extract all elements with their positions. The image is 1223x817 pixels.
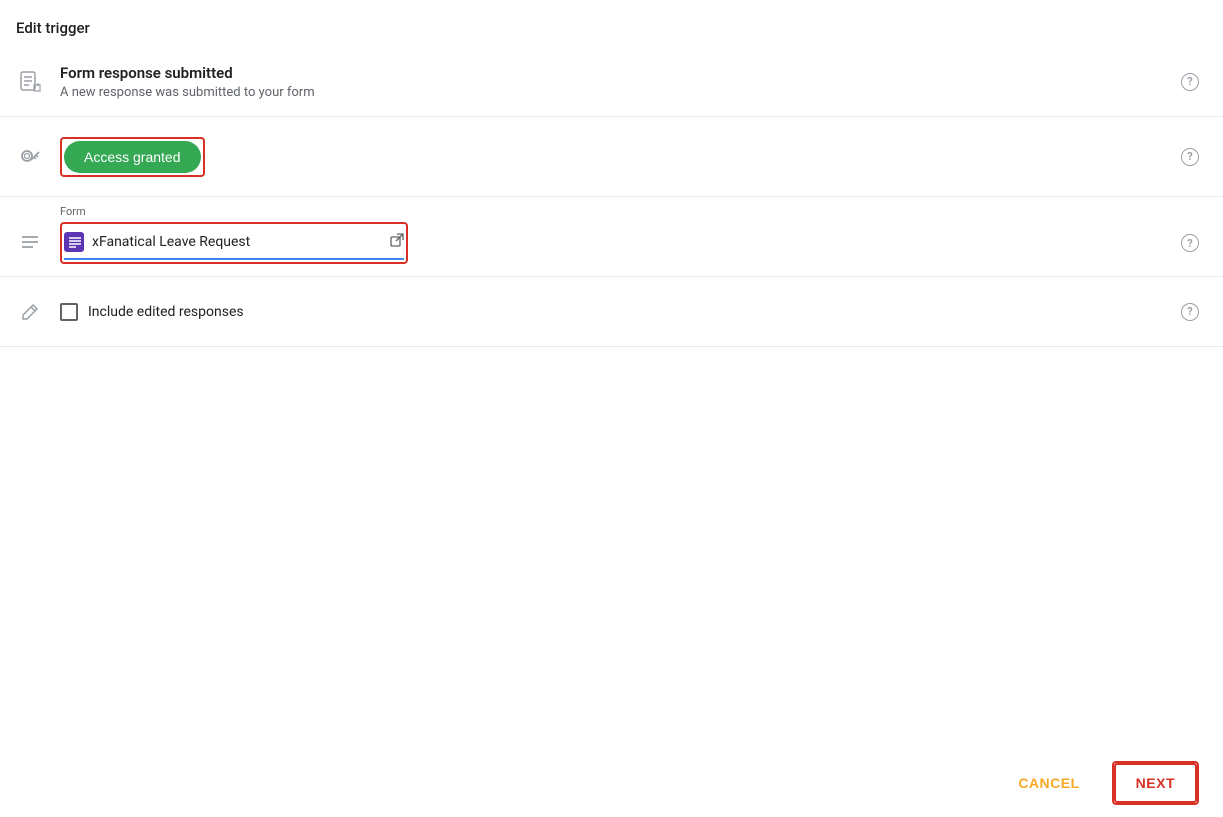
trigger-content: Form response submitted A new response w…	[60, 64, 1159, 100]
access-help-icon[interactable]: ?	[1181, 148, 1199, 166]
form-list-icon-col	[0, 232, 60, 254]
ext-link-svg	[390, 233, 404, 247]
content-area: Form response submitted A new response w…	[0, 47, 1223, 817]
pencil-icon-col	[0, 302, 60, 322]
access-granted-button[interactable]: Access granted	[64, 141, 201, 173]
access-help[interactable]: ?	[1159, 148, 1199, 166]
page-header: Edit trigger	[0, 0, 1223, 47]
checkbox-help[interactable]: ?	[1159, 303, 1199, 321]
key-icon-col	[0, 146, 60, 168]
cancel-button[interactable]: CANCEL	[1002, 765, 1095, 801]
form-response-icon	[0, 71, 60, 93]
form-label: Form	[60, 205, 1199, 218]
form-selector-form-icon	[64, 232, 84, 252]
form-trigger-icon	[19, 71, 41, 93]
page-container: Edit trigger Form response submitted A n…	[0, 0, 1223, 817]
form-help-icon[interactable]: ?	[1181, 234, 1199, 252]
include-edited-checkbox[interactable]	[60, 303, 78, 321]
form-row: Form	[0, 197, 1223, 277]
next-button[interactable]: NEXT	[1114, 763, 1197, 803]
next-button-outline: NEXT	[1112, 761, 1199, 805]
form-selector-outline: xFanatical Leave Request	[60, 222, 408, 264]
help-icon[interactable]: ?	[1181, 73, 1199, 91]
form-selector-text: xFanatical Leave Request	[92, 234, 384, 250]
trigger-description: A new response was submitted to your for…	[60, 85, 1159, 100]
form-icon-svg	[66, 233, 84, 251]
access-row: Access granted ?	[0, 117, 1223, 197]
footer: CANCEL NEXT	[0, 749, 1223, 817]
checkbox-label: Include edited responses	[88, 304, 244, 320]
checkbox-content: Include edited responses	[60, 303, 1159, 321]
trigger-title: Form response submitted	[60, 64, 1159, 82]
list-icon	[19, 232, 41, 254]
form-help[interactable]: ?	[1159, 234, 1199, 252]
checkbox-row: Include edited responses ?	[0, 277, 1223, 347]
form-selector[interactable]: xFanatical Leave Request	[64, 226, 404, 260]
pencil-icon	[20, 302, 40, 322]
page-title: Edit trigger	[16, 19, 90, 37]
trigger-row: Form response submitted A new response w…	[0, 47, 1223, 117]
access-granted-outline: Access granted	[60, 137, 205, 177]
checkbox-help-icon[interactable]: ?	[1181, 303, 1199, 321]
access-content: Access granted	[60, 137, 1159, 177]
external-link-icon	[390, 233, 404, 251]
trigger-help[interactable]: ?	[1159, 73, 1199, 91]
form-select-content: xFanatical Leave Request	[60, 222, 1159, 264]
form-select-area: xFanatical Leave Request ?	[0, 222, 1199, 264]
key-icon	[19, 146, 41, 168]
